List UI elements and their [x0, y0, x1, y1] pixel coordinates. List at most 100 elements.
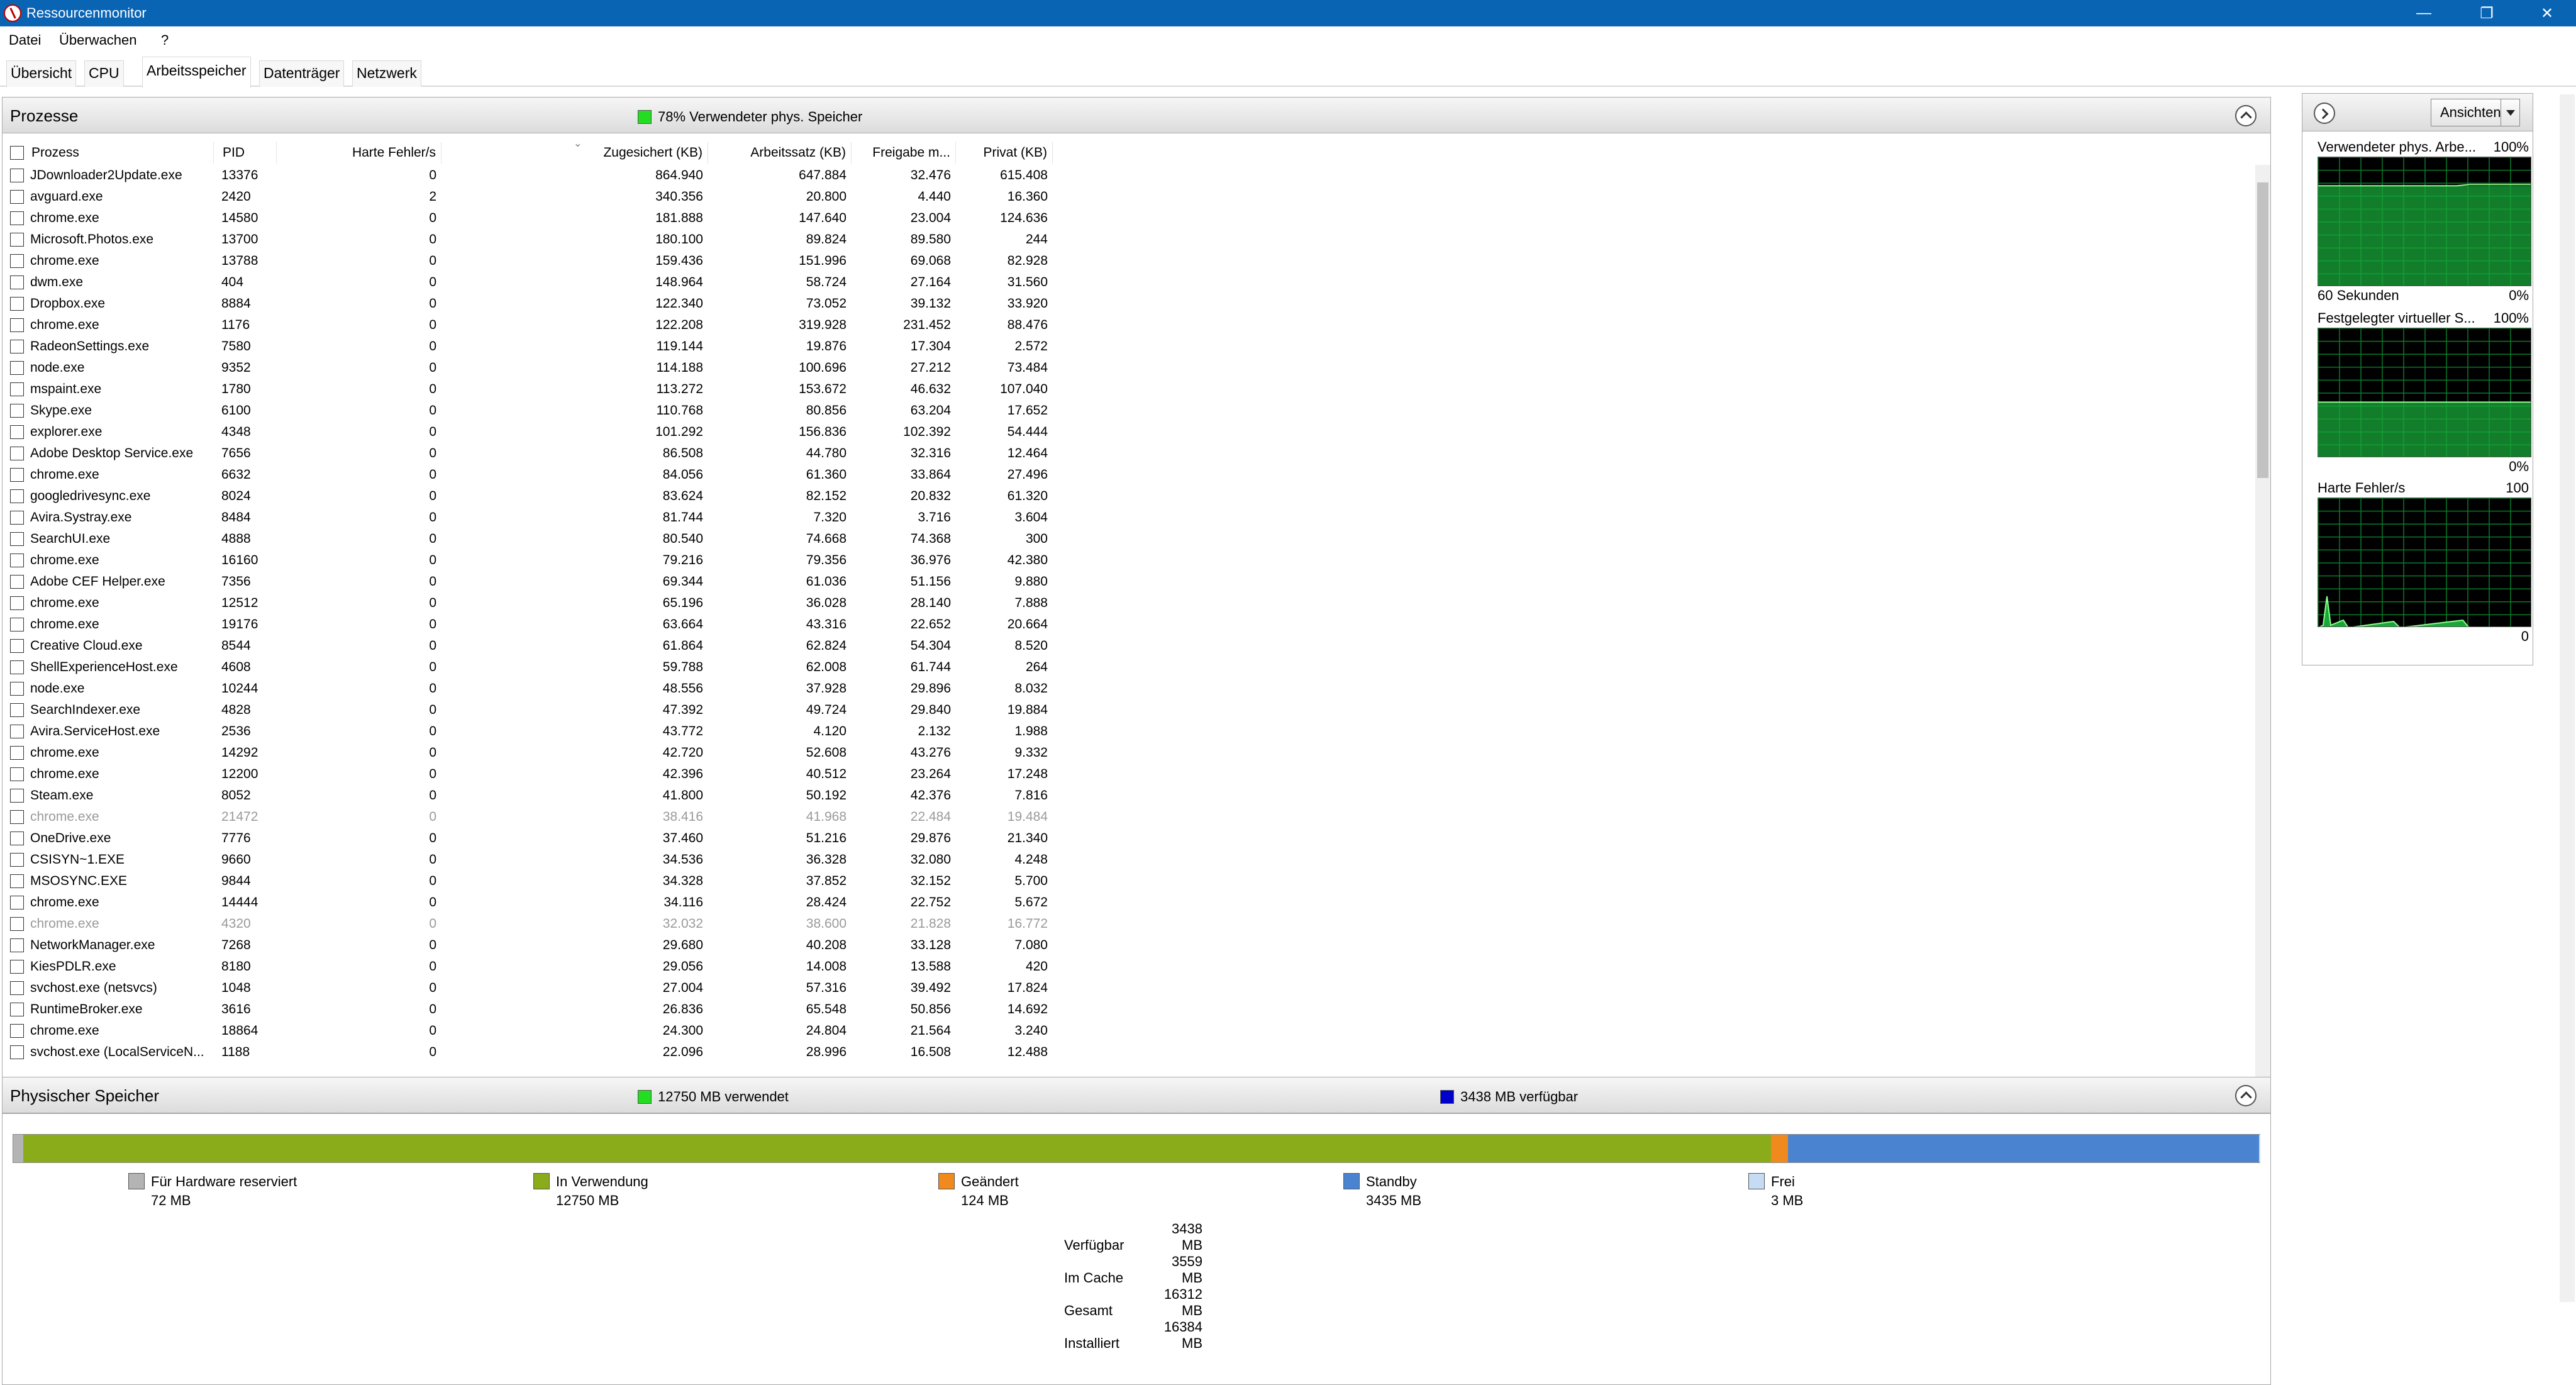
- table-row[interactable]: Avira.Systray.exe 8484 0 81.744 7.320 3.716 3.…: [3, 507, 1053, 528]
- menu-datei[interactable]: Datei: [9, 32, 41, 48]
- row-checkbox[interactable]: [10, 169, 24, 182]
- row-checkbox[interactable]: [10, 211, 24, 225]
- row-checkbox[interactable]: [10, 938, 24, 952]
- row-checkbox[interactable]: [10, 361, 24, 375]
- row-checkbox[interactable]: [10, 725, 24, 738]
- table-row[interactable]: chrome.exe 14292 0 42.720 52.608 43.276 9.332: [3, 742, 1053, 764]
- table-row[interactable]: Dropbox.exe 8884 0 122.340 73.052 39.132 33.92…: [3, 293, 1053, 314]
- table-row[interactable]: SearchIndexer.exe 4828 0 47.392 49.724 29.840…: [3, 699, 1053, 721]
- views-button[interactable]: Ansichten: [2431, 99, 2520, 126]
- row-checkbox[interactable]: [10, 810, 24, 824]
- table-row[interactable]: MSOSYNC.EXE 9844 0 34.328 37.852 32.152 5.700: [3, 870, 1053, 892]
- row-checkbox[interactable]: [10, 618, 24, 631]
- table-row[interactable]: Adobe CEF Helper.exe 7356 0 69.344 61.036 51.…: [3, 571, 1053, 592]
- column-harte-fehler[interactable]: Harte Fehler/s: [277, 142, 441, 164]
- tab-netzwerk[interactable]: Netzwerk: [352, 60, 421, 87]
- row-checkbox[interactable]: [10, 297, 24, 311]
- processes-header[interactable]: Prozesse 78% Verwendeter phys. Speicher: [2, 97, 2271, 133]
- row-checkbox[interactable]: [10, 746, 24, 760]
- close-button[interactable]: ✕: [2518, 0, 2576, 26]
- row-checkbox[interactable]: [10, 318, 24, 332]
- table-row[interactable]: Adobe Desktop Service.exe 7656 0 86.508 44.7…: [3, 443, 1053, 464]
- column-zugesichert[interactable]: ⌄ Zugesichert (KB): [441, 138, 708, 164]
- table-row[interactable]: chrome.exe 19176 0 63.664 43.316 22.652 20.664: [3, 614, 1053, 635]
- row-checkbox[interactable]: [10, 660, 24, 674]
- row-checkbox[interactable]: [10, 960, 24, 974]
- row-checkbox[interactable]: [10, 1045, 24, 1059]
- table-row[interactable]: KiesPDLR.exe 8180 0 29.056 14.008 13.588 420: [3, 956, 1053, 977]
- row-checkbox[interactable]: [10, 340, 24, 353]
- table-row[interactable]: chrome.exe 14444 0 34.116 28.424 22.752 5.672: [3, 892, 1053, 913]
- table-row[interactable]: chrome.exe 4320 0 32.032 38.600 21.828 16.772: [3, 913, 1053, 935]
- table-row[interactable]: avguard.exe 2420 2 340.356 20.800 4.440 16.360: [3, 186, 1053, 208]
- processes-scrollbar[interactable]: [2255, 165, 2270, 1111]
- table-row[interactable]: Creative Cloud.exe 8544 0 61.864 62.824 54.30…: [3, 635, 1053, 657]
- row-checkbox[interactable]: [10, 853, 24, 867]
- row-checkbox[interactable]: [10, 233, 24, 247]
- table-row[interactable]: chrome.exe 1176 0 122.208 319.928 231.452 88.4…: [3, 314, 1053, 336]
- table-row[interactable]: chrome.exe 6632 0 84.056 61.360 33.864 27.496: [3, 464, 1053, 486]
- table-row[interactable]: node.exe 10244 0 48.556 37.928 29.896 8.032: [3, 678, 1053, 699]
- column-arbeitssatz[interactable]: Arbeitssatz (KB): [708, 142, 852, 164]
- table-row[interactable]: OneDrive.exe 7776 0 37.460 51.216 29.876 21.34…: [3, 828, 1053, 849]
- row-checkbox[interactable]: [10, 917, 24, 931]
- table-row[interactable]: JDownloader2Update.exe 13376 0 864.940 647.8…: [3, 165, 1053, 186]
- row-checkbox[interactable]: [10, 553, 24, 567]
- table-row[interactable]: Avira.ServiceHost.exe 2536 0 43.772 4.120 2.1…: [3, 721, 1053, 742]
- table-row[interactable]: svchost.exe (netsvcs) 1048 0 27.004 57.316 39…: [3, 977, 1053, 999]
- table-row[interactable]: ShellExperienceHost.exe 4608 0 59.788 62.008…: [3, 657, 1053, 678]
- physical-memory-header[interactable]: Physischer Speicher 12750 MB verwendet 3…: [2, 1077, 2271, 1113]
- column-freigabe[interactable]: Freigabe m...: [852, 142, 956, 164]
- table-row[interactable]: CSISYN~1.EXE 9660 0 34.536 36.328 32.080 4.248: [3, 849, 1053, 870]
- row-checkbox[interactable]: [10, 254, 24, 268]
- table-row[interactable]: Skype.exe 6100 0 110.768 80.856 63.204 17.652: [3, 400, 1053, 421]
- row-checkbox[interactable]: [10, 1024, 24, 1038]
- row-checkbox[interactable]: [10, 874, 24, 888]
- row-checkbox[interactable]: [10, 789, 24, 803]
- row-checkbox[interactable]: [10, 1003, 24, 1016]
- row-checkbox[interactable]: [10, 703, 24, 717]
- table-row[interactable]: chrome.exe 14580 0 181.888 147.640 23.004 124.…: [3, 208, 1053, 229]
- row-checkbox[interactable]: [10, 596, 24, 610]
- row-checkbox[interactable]: [10, 639, 24, 653]
- table-row[interactable]: explorer.exe 4348 0 101.292 156.836 102.392 54…: [3, 421, 1053, 443]
- row-checkbox[interactable]: [10, 425, 24, 439]
- table-row[interactable]: chrome.exe 16160 0 79.216 79.356 36.976 42.380: [3, 550, 1053, 571]
- row-checkbox[interactable]: [10, 468, 24, 482]
- column-pid[interactable]: PID: [214, 142, 277, 164]
- tab-cpu[interactable]: CPU: [84, 60, 124, 87]
- row-checkbox[interactable]: [10, 447, 24, 460]
- row-checkbox[interactable]: [10, 682, 24, 696]
- row-checkbox[interactable]: [10, 190, 24, 204]
- table-row[interactable]: node.exe 9352 0 114.188 100.696 27.212 73.484: [3, 357, 1053, 379]
- table-row[interactable]: mspaint.exe 1780 0 113.272 153.672 46.632 107.…: [3, 379, 1053, 400]
- menu-help[interactable]: ?: [161, 32, 169, 48]
- table-row[interactable]: googledrivesync.exe 8024 0 83.624 82.152 20.8…: [3, 486, 1053, 507]
- table-row[interactable]: chrome.exe 18864 0 24.300 24.804 21.564 3.240: [3, 1020, 1053, 1042]
- menu-ueberwachen[interactable]: Überwachen: [59, 32, 137, 48]
- right-scrollbar[interactable]: [2560, 94, 2575, 1302]
- table-row[interactable]: RadeonSettings.exe 7580 0 119.144 19.876 17.3…: [3, 336, 1053, 357]
- row-checkbox[interactable]: [10, 382, 24, 396]
- table-row[interactable]: chrome.exe 12512 0 65.196 36.028 28.140 7.888: [3, 592, 1053, 614]
- table-row[interactable]: RuntimeBroker.exe 3616 0 26.836 65.548 50.856…: [3, 999, 1053, 1020]
- table-row[interactable]: Microsoft.Photos.exe 13700 0 180.100 89.824 8…: [3, 229, 1053, 250]
- collapse-processes-icon[interactable]: [2235, 105, 2257, 126]
- row-checkbox[interactable]: [10, 532, 24, 546]
- row-checkbox[interactable]: [10, 511, 24, 525]
- table-row[interactable]: Steam.exe 8052 0 41.800 50.192 42.376 7.816: [3, 785, 1053, 806]
- maximize-button[interactable]: ❐: [2458, 0, 2516, 26]
- minimize-button[interactable]: —: [2395, 0, 2453, 26]
- row-checkbox[interactable]: [10, 275, 24, 289]
- column-prozess[interactable]: Prozess: [3, 142, 214, 164]
- scrollbar-thumb[interactable]: [2257, 182, 2268, 478]
- row-checkbox[interactable]: [10, 896, 24, 909]
- table-row[interactable]: NetworkManager.exe 7268 0 29.680 40.208 33.12…: [3, 935, 1053, 956]
- table-row[interactable]: SearchUI.exe 4888 0 80.540 74.668 74.368 300: [3, 528, 1053, 550]
- row-checkbox[interactable]: [10, 404, 24, 418]
- row-checkbox[interactable]: [10, 981, 24, 995]
- chevron-down-icon[interactable]: [2501, 99, 2519, 126]
- tab-datentraeger[interactable]: Datenträger: [259, 60, 345, 87]
- row-checkbox[interactable]: [10, 832, 24, 845]
- table-row[interactable]: dwm.exe 404 0 148.964 58.724 27.164 31.560: [3, 272, 1053, 293]
